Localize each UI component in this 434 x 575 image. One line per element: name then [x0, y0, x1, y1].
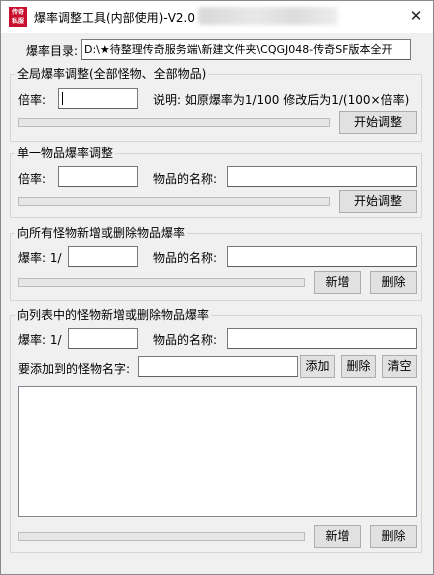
single-multiplier-input[interactable]	[58, 166, 138, 187]
all-monsters-item-name-label: 物品的名称:	[153, 251, 218, 265]
list-monsters-rate-input[interactable]	[68, 328, 138, 349]
global-multiplier-label: 倍率:	[18, 93, 47, 107]
directory-label: 爆率目录:	[26, 44, 79, 58]
text-caret	[62, 92, 63, 105]
all-monsters-rate-label: 爆率: 1/	[18, 251, 62, 265]
monster-list-delete-button[interactable]: 删除	[341, 355, 376, 378]
list-monsters-item-name-input[interactable]	[227, 328, 417, 349]
global-progress-bar	[18, 118, 330, 127]
directory-field[interactable]: D:\★待整理传奇服务端\新建文件夹\CQGJ048-传奇SF版本全开	[81, 39, 411, 60]
all-monsters-item-name-input[interactable]	[227, 246, 417, 267]
list-monsters-delete-button[interactable]: 删除	[370, 525, 417, 548]
monster-listbox[interactable]	[18, 386, 417, 517]
main-window: 传奇 私服 爆率调整工具(内部使用)-V2.0 ✕ 爆率目录: D:\★待整理传…	[0, 0, 434, 575]
all-monsters-rate-input[interactable]	[68, 246, 138, 267]
monster-name-label: 要添加到的怪物名字:	[18, 362, 131, 376]
single-multiplier-label: 倍率:	[18, 172, 47, 186]
monster-list-add-button[interactable]: 添加	[300, 355, 335, 378]
global-note-text: 说明: 如原爆率为1/100 修改后为1/(100×倍率)	[153, 93, 410, 107]
list-monsters-item-name-label: 物品的名称:	[153, 333, 218, 347]
monster-name-input[interactable]	[138, 356, 298, 377]
single-start-button[interactable]: 开始调整	[339, 190, 417, 213]
list-monsters-rate-label: 爆率: 1/	[18, 333, 62, 347]
list-monsters-add-button[interactable]: 新增	[314, 525, 361, 548]
title-bar[interactable]: 传奇 私服 爆率调整工具(内部使用)-V2.0 ✕	[1, 1, 433, 33]
single-progress-bar	[18, 197, 330, 206]
title-redacted-area	[198, 7, 338, 25]
app-logo-icon: 传奇 私服	[9, 7, 27, 27]
list-monsters-group-title: 向列表中的怪物新增或删除物品爆率	[15, 308, 212, 322]
global-start-button[interactable]: 开始调整	[339, 111, 417, 134]
all-monsters-group-title: 向所有怪物新增或删除物品爆率	[15, 226, 188, 240]
single-item-name-input[interactable]	[227, 166, 417, 187]
all-monsters-delete-button[interactable]: 删除	[370, 271, 417, 294]
all-monsters-add-button[interactable]: 新增	[314, 271, 361, 294]
close-icon[interactable]: ✕	[399, 1, 433, 31]
global-adjust-group-title: 全局爆率调整(全部怪物、全部物品)	[15, 67, 209, 81]
single-item-name-label: 物品的名称:	[153, 172, 218, 186]
window-title: 爆率调整工具(内部使用)-V2.0	[34, 11, 195, 25]
monster-list-clear-button[interactable]: 清空	[382, 355, 417, 378]
global-multiplier-input[interactable]	[58, 88, 138, 109]
all-monsters-progress-bar	[18, 278, 305, 287]
single-item-group-title: 单一物品爆率调整	[15, 146, 116, 160]
list-monsters-progress-bar	[18, 532, 305, 541]
